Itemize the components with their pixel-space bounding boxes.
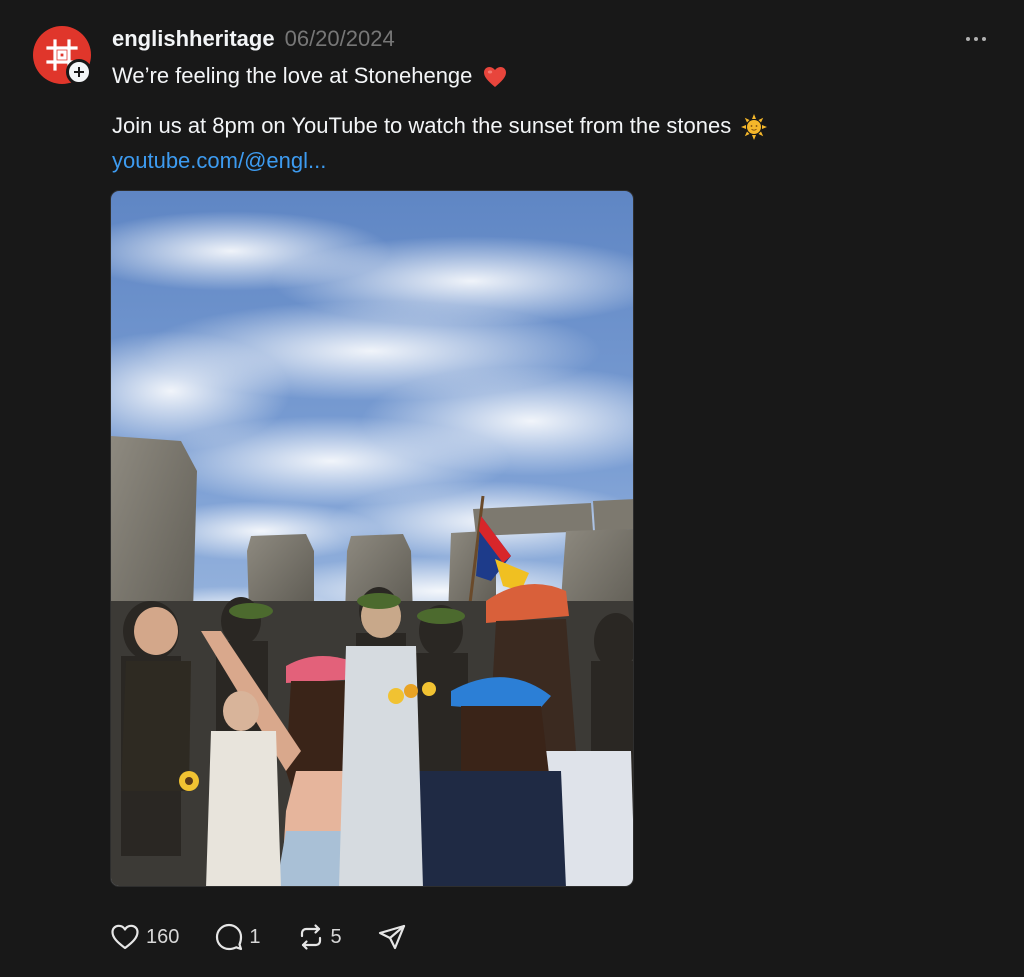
heart-outline-icon <box>111 924 139 950</box>
post-text-1: We’re feeling the love at Stonehenge <box>112 63 473 88</box>
send-icon <box>378 924 405 950</box>
repost-count: 5 <box>330 925 342 948</box>
reply-button[interactable]: 1 <box>215 923 261 951</box>
repost-button[interactable]: 5 <box>297 923 342 951</box>
sun-emoji <box>741 114 768 141</box>
reply-count: 1 <box>249 925 261 948</box>
comment-bubble-icon <box>216 923 243 951</box>
youtube-link[interactable]: youtube.com/@engl... <box>112 146 326 176</box>
plus-icon <box>74 67 84 77</box>
like-count: 160 <box>146 925 180 948</box>
post-text-line-1: We’re feeling the love at Stonehenge <box>112 61 507 91</box>
like-button[interactable]: 160 <box>110 923 179 951</box>
post-text-2: Join us at 8pm on YouTube to watch the s… <box>112 113 732 138</box>
more-dots-icon <box>966 37 970 41</box>
share-button[interactable] <box>378 923 406 951</box>
post-text-line-2: Join us at 8pm on YouTube to watch the s… <box>112 111 768 141</box>
post-header: englishheritage 06/20/2024 <box>112 24 395 54</box>
post: englishheritage 06/20/2024 We’re feeling… <box>0 0 1024 977</box>
more-options-button[interactable] <box>958 27 994 51</box>
stonehenge-photo <box>111 191 633 886</box>
more-dot <box>982 37 986 41</box>
repost-icon <box>300 924 321 950</box>
more-dot <box>974 37 978 41</box>
heart-emoji <box>483 67 506 88</box>
post-actions: 160 1 5 <box>110 920 442 954</box>
follow-button[interactable] <box>66 59 92 85</box>
username[interactable]: englishheritage <box>112 26 275 52</box>
post-date[interactable]: 06/20/2024 <box>285 26 395 52</box>
post-image[interactable] <box>110 190 634 887</box>
